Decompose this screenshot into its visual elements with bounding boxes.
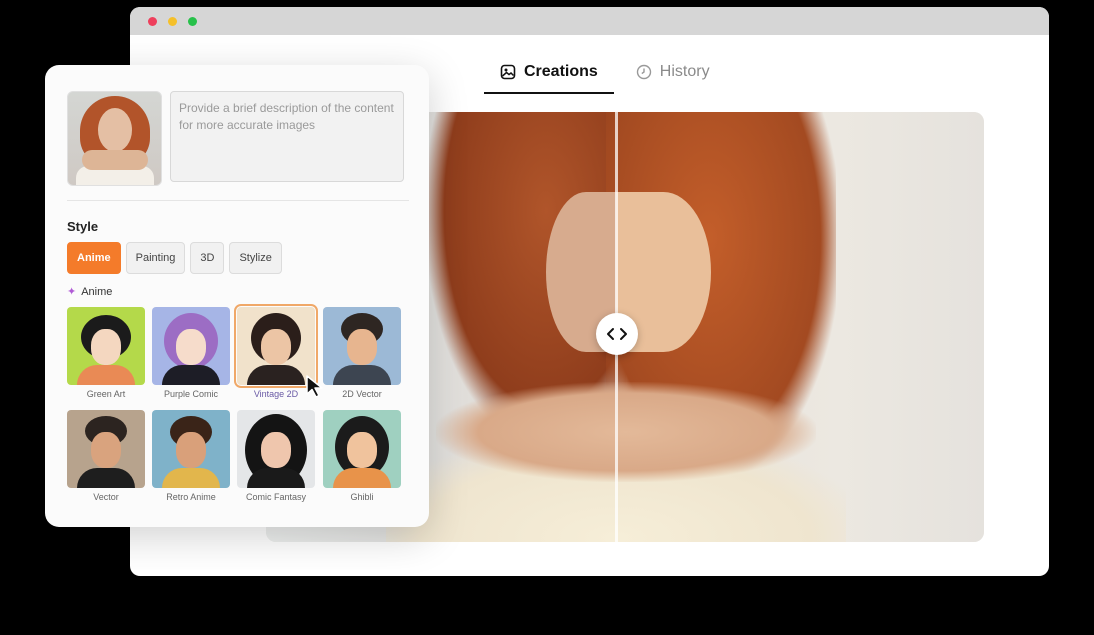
- style-button-3d[interactable]: 3D: [190, 242, 225, 274]
- mouse-cursor-icon: [306, 375, 323, 398]
- style-card-label: Purple Comic: [163, 389, 219, 399]
- tab-history[interactable]: History: [620, 52, 726, 92]
- style-card-2d-vector[interactable]: 2D Vector: [323, 307, 401, 399]
- style-card-ghibli[interactable]: Ghibli: [323, 410, 401, 502]
- style-heading: Style: [67, 219, 99, 234]
- avatar-body: [247, 365, 305, 385]
- uploaded-photo-thumbnail[interactable]: [67, 91, 162, 186]
- style-card-purple-comic[interactable]: Purple Comic: [152, 307, 230, 399]
- description-placeholder: Provide a brief description of the conte…: [179, 101, 394, 132]
- chevron-left-right-icon: [607, 328, 627, 340]
- anime-section-label: ✦ Anime: [67, 285, 113, 299]
- avatar-face: [176, 432, 206, 468]
- avatar-face: [261, 432, 291, 468]
- avatar-face: [91, 329, 121, 365]
- style-thumbnail: [67, 410, 145, 488]
- style-card-label: Comic Fantasy: [245, 492, 307, 502]
- style-card-label: Vintage 2D: [253, 389, 299, 399]
- style-card-comic-fantasy[interactable]: Comic Fantasy: [237, 410, 315, 502]
- avatar-body: [77, 468, 135, 488]
- style-card-label: Retro Anime: [166, 492, 216, 502]
- style-card-label: 2D Vector: [342, 389, 382, 399]
- tab-history-label: History: [659, 63, 710, 80]
- avatar-face: [347, 432, 377, 468]
- style-card-retro-anime[interactable]: Retro Anime: [152, 410, 230, 502]
- thumb-face: [98, 108, 132, 152]
- maximize-window-button[interactable]: [188, 17, 197, 26]
- sparkle-icon: ✦: [67, 286, 77, 298]
- tab-creations[interactable]: Creations: [484, 52, 614, 94]
- style-thumbnail: [323, 307, 401, 385]
- avatar-body: [333, 468, 391, 488]
- style-card-label: Ghibli: [350, 492, 374, 502]
- style-button-stylize[interactable]: Stylize: [229, 242, 282, 274]
- image-icon: [500, 64, 516, 80]
- avatar-body: [162, 365, 220, 385]
- divider: [67, 200, 409, 201]
- style-thumbnail: [234, 304, 318, 388]
- style-button-painting[interactable]: Painting: [125, 242, 186, 274]
- style-thumbnail: [152, 410, 230, 488]
- style-thumbnail: [67, 307, 145, 385]
- avatar-face: [176, 329, 206, 365]
- style-button-anime[interactable]: Anime: [67, 242, 121, 274]
- avatar-body: [333, 365, 391, 385]
- style-card-green-art[interactable]: Green Art: [67, 307, 145, 399]
- tab-bar: Creations History: [484, 52, 726, 94]
- minimize-window-button[interactable]: [168, 17, 177, 26]
- avatar-body: [247, 468, 305, 488]
- thumb-hands: [82, 150, 148, 170]
- style-card-vector[interactable]: Vector: [67, 410, 145, 502]
- tab-creations-label: Creations: [524, 63, 598, 80]
- style-card-label: Green Art: [86, 389, 126, 399]
- avatar-body: [162, 468, 220, 488]
- avatar-body: [77, 365, 135, 385]
- avatar-face: [261, 329, 291, 365]
- style-card-label: Vector: [93, 492, 119, 502]
- style-thumbnail: [152, 307, 230, 385]
- title-bar: [130, 7, 1049, 35]
- comparison-slider-handle[interactable]: [596, 313, 638, 355]
- close-window-button[interactable]: [148, 17, 157, 26]
- avatar-face: [91, 432, 121, 468]
- avatar-face: [347, 329, 377, 365]
- style-thumbnail: [323, 410, 401, 488]
- description-input[interactable]: Provide a brief description of the conte…: [170, 91, 404, 182]
- anime-section-text: Anime: [81, 285, 113, 298]
- style-category-buttons: Anime Painting 3D Stylize: [67, 242, 282, 274]
- style-panel: Provide a brief description of the conte…: [45, 65, 429, 527]
- clock-icon: [636, 64, 651, 80]
- style-thumbnail: [237, 410, 315, 488]
- hands: [436, 382, 816, 482]
- style-card-vintage-2d[interactable]: Vintage 2D: [234, 304, 318, 399]
